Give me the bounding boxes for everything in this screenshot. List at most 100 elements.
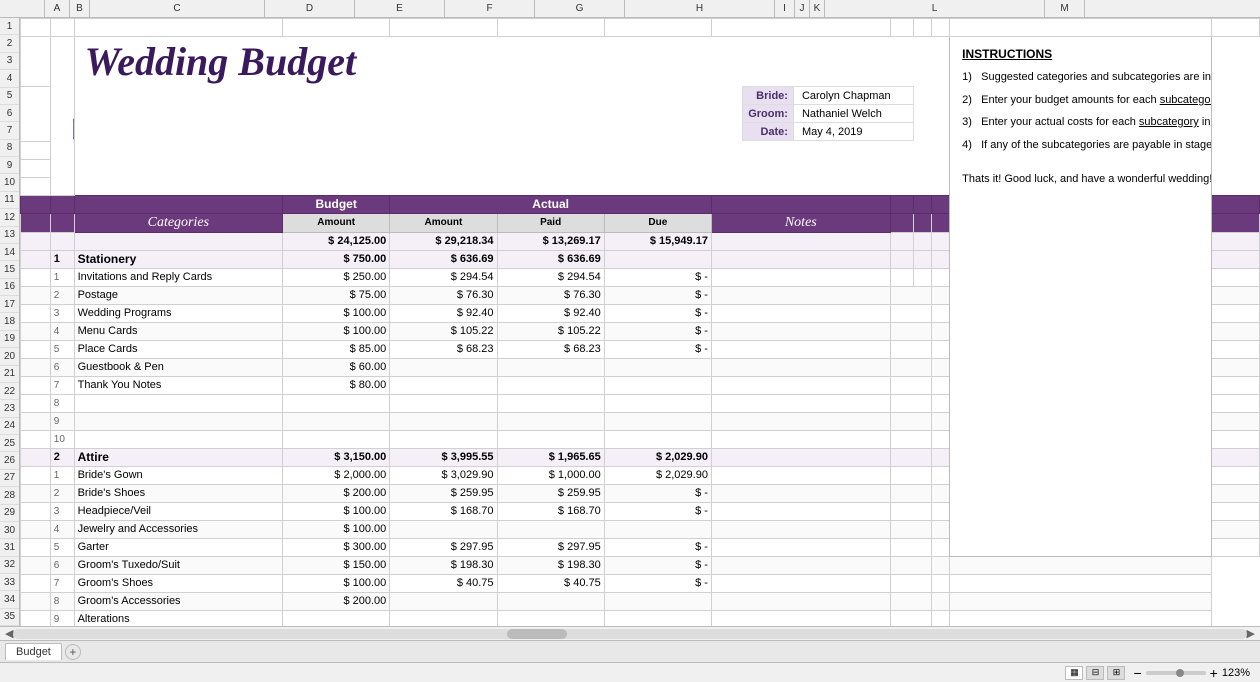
cell-10i	[890, 250, 914, 268]
cell-10m	[1212, 250, 1260, 268]
cell-28h	[711, 574, 890, 592]
cell-1f	[497, 19, 604, 37]
cell-7h	[711, 195, 890, 213]
cell-1a	[21, 19, 51, 37]
zoom-bar: − + 123%	[1133, 665, 1250, 681]
item-23-due: $ -	[604, 484, 711, 502]
cell-5m	[1212, 159, 1260, 177]
horizontal-scrollbar[interactable]: ◀ ▶	[0, 626, 1260, 640]
groom-label: Groom:	[743, 105, 794, 123]
cell-18e	[390, 394, 497, 412]
scroll-right-arrow[interactable]: ▶	[1247, 627, 1255, 640]
item-25-num: 4	[50, 520, 74, 538]
page-break-view-icon[interactable]: ⊞	[1107, 666, 1125, 680]
item-13-actual: $ 92.40	[390, 304, 497, 322]
cell-19ij	[890, 412, 932, 430]
cell-23h	[711, 484, 890, 502]
view-icons: ▦ ⊟ ⊞	[1065, 666, 1125, 680]
row-num-16: 16	[0, 279, 19, 296]
item-12-due: $ -	[604, 286, 711, 304]
cell-2m	[1212, 37, 1260, 87]
stationery-paid: $ 636.69	[497, 250, 604, 268]
row-num-8: 8	[0, 140, 19, 157]
cell-7a	[21, 195, 51, 213]
cell-20m	[1212, 430, 1260, 448]
add-sheet-button[interactable]: +	[65, 644, 81, 660]
item-29-num: 8	[50, 592, 74, 610]
cell-13a	[21, 304, 51, 322]
item-15-actual: $ 68.23	[390, 340, 497, 358]
bride-groom-info: Bride: Carolyn Chapman Groom: Nathaniel …	[742, 86, 914, 141]
zoom-out-button[interactable]: −	[1133, 665, 1141, 681]
col-header-i: I	[775, 0, 795, 17]
cell-18d	[283, 394, 390, 412]
instruction-4: 4) If any of the subcategories are payab…	[962, 137, 1199, 154]
cell-27m	[950, 556, 1212, 574]
cell-9i	[890, 232, 914, 250]
cell-9a	[21, 232, 51, 250]
cell-6ij	[914, 177, 950, 195]
item-13-paid: $ 92.40	[497, 304, 604, 322]
attire-paid: $ 1,965.65	[497, 448, 604, 466]
budget-tab[interactable]: Budget	[5, 643, 62, 660]
scroll-thumb[interactable]	[507, 629, 567, 639]
cell-27a	[21, 556, 51, 574]
paid-header: Paid	[497, 213, 604, 232]
row-num-9: 9	[0, 157, 19, 174]
item-27-paid: $ 198.30	[497, 556, 604, 574]
cell-15a	[21, 340, 51, 358]
normal-view-icon[interactable]: ▦	[1065, 666, 1083, 680]
item-24-name: Headpiece/Veil	[74, 502, 282, 520]
cell-28ij	[890, 574, 932, 592]
cell-30k	[932, 610, 950, 626]
row-1	[21, 19, 1260, 37]
cell-18f	[497, 394, 604, 412]
cell-19m	[1212, 412, 1260, 430]
cell-22k	[932, 466, 950, 484]
cell-3f: Bride: Carolyn Chapman Groom: Nathaniel …	[604, 86, 914, 141]
instruction-closing: Thats it! Good luck, and have a wonderfu…	[962, 171, 1199, 188]
item-25-budget: $ 100.00	[283, 520, 390, 538]
page-layout-view-icon[interactable]: ⊟	[1086, 666, 1104, 680]
cell-3d	[390, 86, 604, 141]
cell-13h	[711, 304, 890, 322]
row-headers: 1 2 3 4 5 6 7 8 9 10 11 12 13 14 15 16 1…	[0, 18, 20, 626]
item-12-paid: $ 76.30	[497, 286, 604, 304]
item-28-num: 7	[50, 574, 74, 592]
zoom-in-button[interactable]: +	[1210, 665, 1218, 681]
zoom-thumb[interactable]	[1176, 669, 1184, 677]
cell-19k	[932, 412, 950, 430]
scroll-track[interactable]	[13, 629, 1246, 639]
item-11-paid: $ 294.54	[497, 268, 604, 286]
row-num-19: 19	[0, 331, 19, 348]
item-13-due: $ -	[604, 304, 711, 322]
row-num-7: 7	[0, 122, 19, 139]
cell-26m	[1212, 538, 1260, 556]
cell-3c	[74, 86, 390, 141]
item-17-due	[604, 376, 711, 394]
scroll-left-arrow[interactable]: ◀	[5, 627, 13, 640]
item-22-paid: $ 1,000.00	[497, 466, 604, 484]
row-num-14: 14	[0, 244, 19, 261]
cell-2c: Wedding Budget	[74, 37, 711, 87]
item-23-num: 2	[50, 484, 74, 502]
item-28-due: $ -	[604, 574, 711, 592]
instruction-3: 3) Enter your actual costs for each subc…	[962, 114, 1199, 131]
item-27-name: Groom's Tuxedo/Suit	[74, 556, 282, 574]
attire-budget: $ 3,150.00	[283, 448, 390, 466]
column-headers: A B C D E F G H I J K L M	[0, 0, 1260, 18]
item-15-due: $ -	[604, 340, 711, 358]
item-29-due	[604, 592, 711, 610]
cell-8a	[21, 213, 51, 232]
col-header-e: E	[355, 0, 445, 17]
spreadsheet-grid: Wedding Budget INSTRUCTIONS 1) Suggested…	[20, 18, 1260, 626]
cell-3m	[1212, 86, 1260, 141]
row-num-12: 12	[0, 209, 19, 226]
zoom-track[interactable]	[1146, 671, 1206, 675]
groom-value: Nathaniel Welch	[793, 105, 913, 123]
cell-16k	[932, 358, 950, 376]
stationery-due	[604, 250, 711, 268]
cell-22m	[1212, 466, 1260, 484]
cell-22a	[21, 466, 51, 484]
row-num-2: 2	[0, 35, 19, 52]
